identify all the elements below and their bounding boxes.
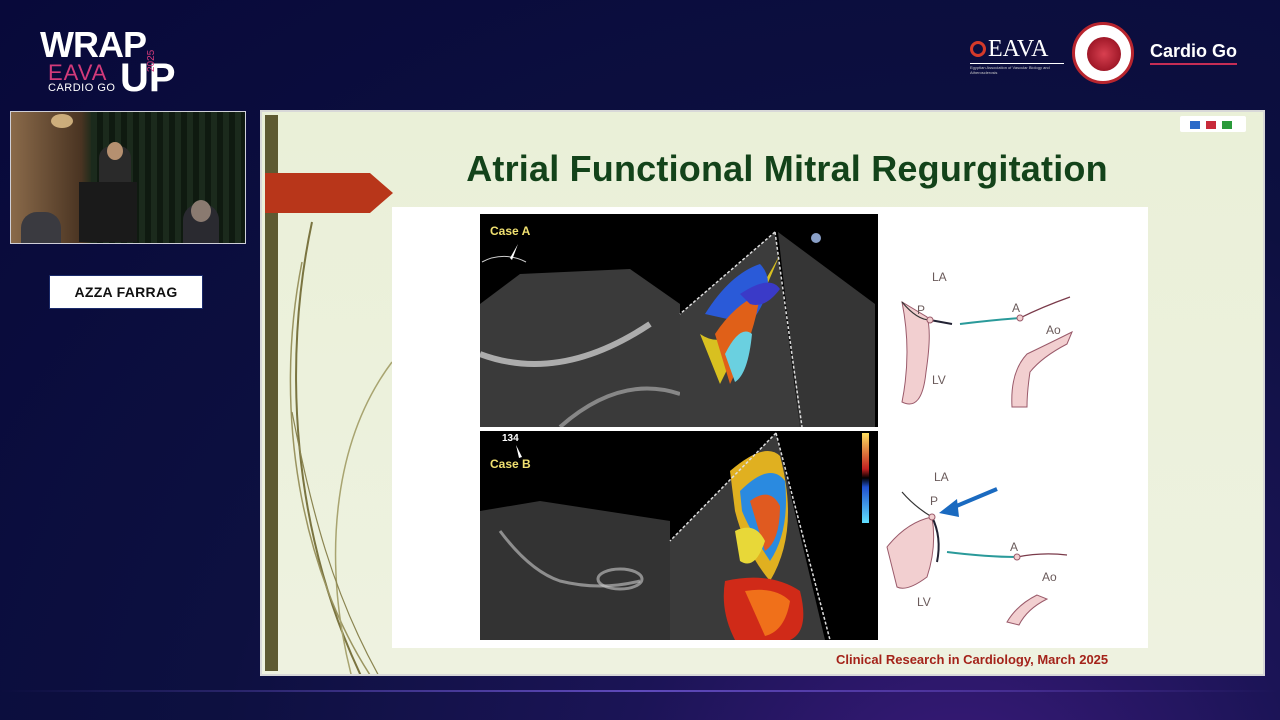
video-podium [79, 182, 137, 242]
event-logo: WRAP EAVA CARDIO GO UP 2025 [38, 24, 176, 102]
echo-case-b: 134 Case B [480, 431, 878, 640]
title-arrow [265, 173, 393, 213]
case-a-label: Case A [490, 224, 531, 238]
diagram-b-ao: Ao [1042, 570, 1057, 584]
diagram-a-p: P [917, 303, 926, 317]
diagram-b-la: LA [934, 470, 949, 484]
speaker-video[interactable] [10, 111, 246, 244]
heart-seal-icon [1072, 22, 1134, 84]
video-audience-head [191, 200, 211, 222]
diagram-a-la: LA [932, 270, 947, 284]
diagram-b-lv: LV [917, 595, 931, 609]
video-speaker-head [107, 142, 123, 160]
diagram-a-ao: Ao [1046, 323, 1061, 337]
diagram-b-p: P [930, 494, 939, 508]
slide-title: Atrial Functional Mitral Regurgitation [466, 148, 1108, 189]
eava-logo: EAVA Egyptian Association of Vascular Bi… [968, 36, 1064, 75]
diagram-a-lv: LV [932, 373, 946, 387]
background-glow [0, 690, 1280, 692]
logo-year-text: 2025 [146, 49, 157, 72]
diagram-case-a [901, 296, 1073, 408]
case-b-label: Case B [490, 457, 531, 471]
brand-name: Cardio Go [1150, 41, 1238, 65]
video-audience-left [21, 212, 61, 243]
speaker-name: AZZA FARRAG [49, 275, 203, 309]
heart-icon [1087, 37, 1121, 71]
case-b-angle: 134 [502, 433, 519, 444]
video-lamp [51, 114, 73, 128]
slide-figure: Case A 134 Case B LA P A Ao LV LA P A Ao… [392, 207, 1148, 648]
eava-logo-text: EAVA [988, 36, 1049, 62]
flags-logo [1180, 116, 1246, 132]
diagram-case-b [886, 487, 1068, 626]
logo-cardio-text: CARDIO GO [48, 82, 116, 94]
eava-logo-subtitle: Egyptian Association of Vascular Biology… [970, 63, 1064, 75]
presentation-slide: Atrial Functional Mitral Regurgitation C… [260, 110, 1265, 676]
eava-mark-icon [970, 41, 986, 57]
echo-case-a: Case A [480, 214, 878, 427]
slide-citation: Clinical Research in Cardiology, March 2… [836, 652, 1109, 667]
diagram-a-a: A [1012, 301, 1021, 315]
diagram-b-a: A [1010, 540, 1019, 554]
